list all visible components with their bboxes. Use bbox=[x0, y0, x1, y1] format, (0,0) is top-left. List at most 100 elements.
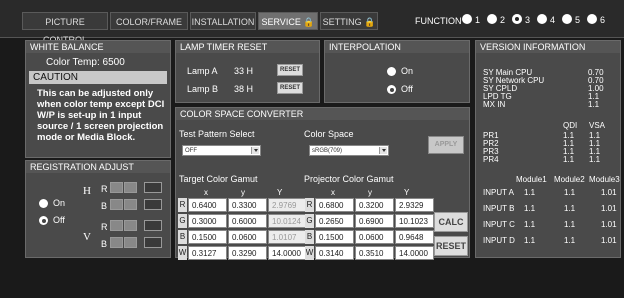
projector-g-x-input[interactable]: 0.2650 bbox=[315, 214, 354, 228]
tab-service[interactable]: SERVICE 🔒 bbox=[258, 12, 318, 30]
color-space-converter-title: COLOR SPACE CONVERTER bbox=[176, 108, 469, 120]
target-b-x-input[interactable]: 0.1500 bbox=[188, 230, 227, 244]
projector-g-Y-input[interactable]: 10.1023 bbox=[395, 214, 434, 228]
target-g-x-input[interactable]: 0.3000 bbox=[188, 214, 227, 228]
target-r-x-input[interactable]: 0.6400 bbox=[188, 198, 227, 212]
input-label: INPUT A bbox=[483, 188, 514, 197]
projector-w-Y-input[interactable]: 14.0000 bbox=[395, 246, 434, 260]
v-r-decrease-button[interactable] bbox=[110, 220, 123, 231]
test-pattern-label: Test Pattern Select bbox=[179, 129, 255, 139]
function-6-radio[interactable]: 6 bbox=[587, 13, 605, 27]
target-col-y: y bbox=[241, 188, 245, 197]
caution-text: This can be adjusted only when color tem… bbox=[37, 88, 165, 143]
projector-color-gamut-title: Projector Color Gamut bbox=[304, 174, 394, 184]
target-g-Y-value: 10.0124 bbox=[268, 214, 307, 228]
input-m3-value: 1.01 bbox=[601, 236, 617, 245]
target-w-Y-input[interactable]: 14.0000 bbox=[268, 246, 307, 260]
projector-col-x: x bbox=[331, 188, 335, 197]
input-label: INPUT C bbox=[483, 220, 515, 229]
lamp-a-label: Lamp A bbox=[187, 66, 218, 76]
function-4-radio[interactable]: 4 bbox=[537, 13, 555, 27]
registration-on-label: On bbox=[53, 198, 66, 208]
input-label: INPUT D bbox=[483, 236, 515, 245]
module1-header: Module1 bbox=[516, 175, 547, 184]
h-b-value bbox=[144, 199, 162, 210]
version-information-title: VERSION INFORMATION bbox=[476, 41, 620, 53]
tab-color-frame[interactable]: COLOR/FRAME bbox=[110, 12, 188, 30]
target-w-y-input[interactable]: 0.3290 bbox=[228, 246, 267, 260]
projector-w-x-input[interactable]: 0.3140 bbox=[315, 246, 354, 260]
function-2-radio[interactable]: 2 bbox=[487, 13, 505, 27]
interpolation-on-label: On bbox=[401, 66, 414, 76]
projector-b-y-input[interactable]: 0.0600 bbox=[355, 230, 394, 244]
interpolation-off-label: Off bbox=[401, 84, 413, 94]
lamp-timer-reset-title: LAMP TIMER RESET bbox=[176, 41, 319, 53]
registration-adjust-panel: REGISTRATION ADJUST On Off H R B V R B bbox=[25, 160, 171, 258]
apply-button[interactable]: APPLY bbox=[428, 136, 464, 154]
tab-setting[interactable]: SETTING 🔒 bbox=[320, 12, 378, 30]
function-5-radio[interactable]: 5 bbox=[562, 13, 580, 27]
calc-button[interactable]: CALC bbox=[434, 212, 468, 232]
function-1-radio[interactable]: 1 bbox=[462, 13, 480, 27]
test-pattern-select[interactable]: OFF bbox=[182, 145, 261, 156]
chevron-down-icon bbox=[251, 147, 259, 154]
projector-r-x-input[interactable]: 0.6800 bbox=[315, 198, 354, 212]
reset-button[interactable]: RESET bbox=[434, 236, 468, 256]
version-information-panel: VERSION INFORMATION SY Main CPU 0.70 SY … bbox=[475, 40, 621, 258]
lamp-b-reset-button[interactable]: RESET bbox=[277, 82, 303, 94]
input-m3-value: 1.01 bbox=[601, 188, 617, 197]
input-m1-value: 1.1 bbox=[524, 236, 536, 245]
target-g-y-input[interactable]: 0.6000 bbox=[228, 214, 267, 228]
projector-b-Y-input[interactable]: 0.9648 bbox=[395, 230, 434, 244]
target-w-x-input[interactable]: 0.3127 bbox=[188, 246, 227, 260]
lamp-a-reset-button[interactable]: RESET bbox=[277, 64, 303, 76]
registration-adjust-title: REGISTRATION ADJUST bbox=[26, 161, 170, 173]
projector-w-y-input[interactable]: 0.3510 bbox=[355, 246, 394, 260]
target-b-y-input[interactable]: 0.0600 bbox=[228, 230, 267, 244]
input-m2-value: 1.1 bbox=[564, 220, 576, 229]
function-3-radio[interactable]: 3 bbox=[512, 13, 530, 27]
projector-b-x-input[interactable]: 0.1500 bbox=[315, 230, 354, 244]
target-b-Y-value: 1.0107 bbox=[268, 230, 307, 244]
v-b-decrease-button[interactable] bbox=[110, 237, 123, 248]
projector-r-y-input[interactable]: 0.3200 bbox=[355, 198, 394, 212]
projector-row-label: R bbox=[305, 198, 314, 212]
interpolation-on-radio[interactable] bbox=[387, 67, 396, 76]
v-r-label: R bbox=[101, 222, 108, 232]
tab-bar: PICTURE CONTROL COLOR/FRAME INSTALLATION… bbox=[0, 0, 624, 45]
white-balance-panel: WHITE BALANCE Color Temp: 6500 CAUTION T… bbox=[25, 40, 171, 158]
lamp-b-hours: 38 H bbox=[234, 84, 254, 94]
color-space-label: Color Space bbox=[304, 129, 354, 139]
projector-row-label: B bbox=[305, 230, 314, 244]
target-r-y-input[interactable]: 0.3300 bbox=[228, 198, 267, 212]
input-m1-value: 1.1 bbox=[524, 220, 536, 229]
registration-off-radio[interactable] bbox=[39, 216, 48, 225]
color-temp-label: Color Temp: 6500 bbox=[46, 57, 125, 68]
h-b-decrease-button[interactable] bbox=[110, 199, 123, 210]
h-b-increase-button[interactable] bbox=[124, 199, 137, 210]
input-label: INPUT B bbox=[483, 204, 515, 213]
v-b-increase-button[interactable] bbox=[124, 237, 137, 248]
target-row-label: W bbox=[178, 246, 187, 260]
qdi-header: QDI bbox=[563, 121, 578, 130]
lamp-a-hours: 33 H bbox=[234, 66, 254, 76]
projector-g-y-input[interactable]: 0.6900 bbox=[355, 214, 394, 228]
h-r-decrease-button[interactable] bbox=[110, 182, 123, 193]
registration-on-radio[interactable] bbox=[39, 199, 48, 208]
v-r-increase-button[interactable] bbox=[124, 220, 137, 231]
projector-r-Y-input[interactable]: 2.9329 bbox=[395, 198, 434, 212]
projector-col-y: y bbox=[368, 188, 372, 197]
lamp-timer-reset-panel: LAMP TIMER RESET Lamp A 33 H RESET Lamp … bbox=[175, 40, 320, 103]
input-m3-value: 1.01 bbox=[601, 204, 617, 213]
target-row-label: R bbox=[178, 198, 187, 212]
color-space-select[interactable]: sRGB(709) bbox=[309, 145, 389, 156]
radio-icon bbox=[462, 14, 472, 24]
input-m2-value: 1.1 bbox=[564, 188, 576, 197]
registration-off-label: Off bbox=[53, 215, 65, 225]
tab-picture-control[interactable]: PICTURE CONTROL bbox=[22, 12, 108, 45]
h-r-increase-button[interactable] bbox=[124, 182, 137, 193]
h-b-label: B bbox=[101, 201, 108, 211]
interpolation-off-radio[interactable] bbox=[387, 85, 396, 94]
tab-installation[interactable]: INSTALLATION bbox=[190, 12, 256, 30]
target-col-x: x bbox=[204, 188, 208, 197]
